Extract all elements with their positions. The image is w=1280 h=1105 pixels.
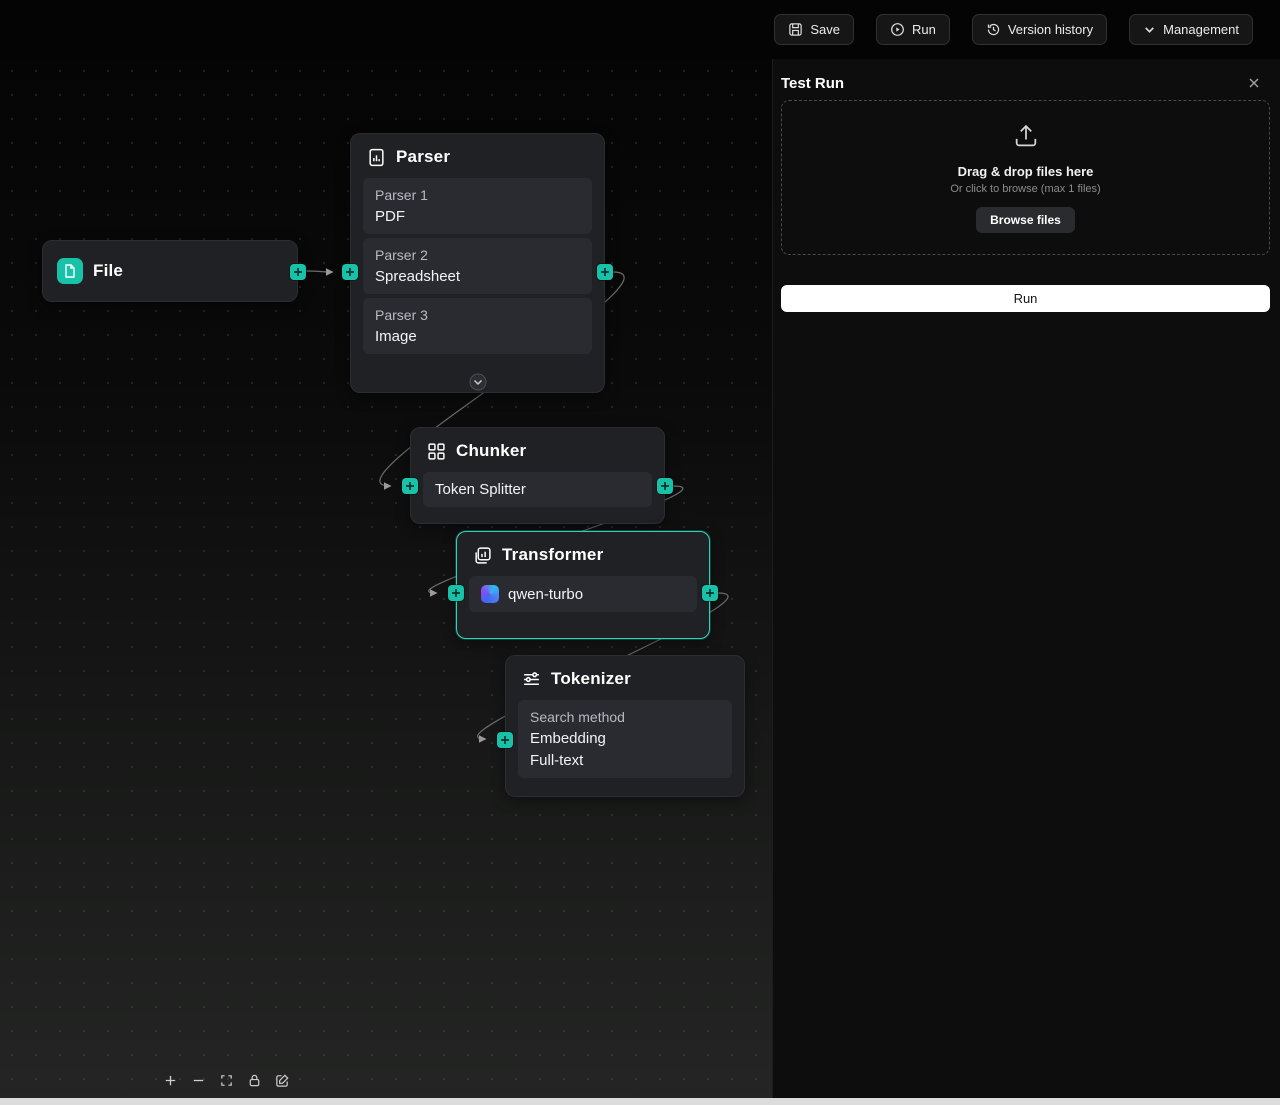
node-tokenizer[interactable]: Tokenizer Search method Embedding Full-t… [497,655,745,797]
parser-item-row[interactable]: Parser 2 Spreadsheet [363,238,592,294]
chunker-method-row[interactable]: Token Splitter [423,472,652,507]
parser-item-label: Parser 1 [375,187,428,203]
chunker-method-value: Token Splitter [435,481,526,498]
node-parser[interactable]: Parser Parser 1 PDF Parser 2 Spreadsheet… [342,133,613,393]
collapse-chevron-icon[interactable] [469,373,487,391]
node-chunker-body: Token Splitter [411,472,664,517]
node-parser-title: Parser [396,147,451,166]
dropzone-title: Drag & drop files here [957,164,1094,179]
upload-icon [1012,122,1040,155]
chevron-down-icon [1143,23,1156,36]
search-method-value: Full-text [530,752,584,769]
parser-doc-icon [367,148,386,167]
parser-item-value: Spreadsheet [375,268,461,285]
fit-view-icon[interactable] [217,1071,235,1089]
node-tokenizer-header: Tokenizer [506,656,744,700]
node-file[interactable]: File [42,240,306,302]
node-transformer-body: qwen-turbo [457,576,709,622]
save-icon [788,22,803,37]
pipeline-canvas[interactable]: File Parser Parser 1 PDF Parser 2 Spread… [0,59,772,1105]
bottom-scrollbar [0,1098,1280,1105]
file-dropzone[interactable]: Drag & drop files here Or click to brows… [781,100,1270,255]
search-method-row[interactable]: Search method Embedding Full-text [518,700,732,778]
run-button-label: Run [911,22,936,37]
parser-item-value: PDF [375,208,405,225]
transformer-icon [473,546,492,565]
node-tokenizer-title: Tokenizer [551,669,631,688]
parser-item-label: Parser 2 [375,247,428,263]
chunker-in-plus-handle[interactable] [402,478,418,494]
file-out-plus-handle[interactable] [290,264,306,280]
panel-title: Test Run [781,74,845,92]
node-chunker[interactable]: Chunker Token Splitter [402,427,673,524]
node-parser-body: Parser 1 PDF Parser 2 Spreadsheet Parser… [351,178,604,364]
node-transformer-header: Transformer [457,532,709,576]
node-transformer[interactable]: Transformer qwen-turbo [448,531,718,639]
tokenizer-in-plus-handle[interactable] [497,732,513,748]
version-history-button[interactable]: Version history [971,14,1108,45]
panel-header: Test Run [781,73,1270,93]
zoom-in-icon[interactable] [161,1071,179,1089]
node-file-header: File [43,258,123,284]
management-button[interactable]: Management [1129,14,1253,45]
transformer-out-plus-handle[interactable] [702,585,718,601]
model-row[interactable]: qwen-turbo [469,576,697,612]
save-button-label: Save [810,22,840,37]
transformer-in-plus-handle[interactable] [448,585,464,601]
chunker-out-plus-handle[interactable] [657,478,673,494]
node-parser-header: Parser [351,134,604,178]
lock-icon[interactable] [245,1071,263,1089]
parser-out-plus-handle[interactable] [597,264,613,280]
node-file-title: File [93,261,124,280]
canvas-controls [161,1071,291,1089]
search-method-value: Embedding [530,730,606,747]
app-root: Save Run Version history Management File… [0,0,1280,1105]
dropzone-subtitle: Or click to browse (max 1 files) [950,183,1101,195]
run-button[interactable]: Run [875,14,950,45]
annotate-icon[interactable] [273,1071,291,1089]
parser-item-row[interactable]: Parser 1 PDF [363,178,592,234]
management-button-label: Management [1163,22,1239,37]
version-history-button-label: Version history [1007,22,1094,37]
panel-run-button[interactable]: Run [781,285,1270,312]
chunker-grid-icon [427,442,446,461]
parser-item-value: Image [375,328,417,345]
play-circle-icon [890,22,905,37]
zoom-out-icon[interactable] [189,1071,207,1089]
parser-in-plus-handle[interactable] [342,264,358,280]
topbar: Save Run Version history Management [0,0,1280,59]
qwen-model-icon [481,585,499,603]
search-method-label: Search method [530,709,625,725]
save-button[interactable]: Save [774,14,854,45]
test-run-panel: Test Run Drag & drop files here Or click… [772,59,1280,1105]
model-name: qwen-turbo [508,585,584,603]
parser-item-label: Parser 3 [375,307,428,323]
node-tokenizer-body: Search method Embedding Full-text [506,700,744,788]
file-icon [57,258,83,284]
history-icon [986,22,1001,37]
browse-files-button[interactable]: Browse files [976,207,1075,233]
tokenizer-lines-icon [522,670,541,689]
parser-item-row[interactable]: Parser 3 Image [363,298,592,354]
node-chunker-header: Chunker [411,428,664,472]
close-icon[interactable] [1246,75,1262,91]
node-transformer-title: Transformer [502,545,604,564]
node-chunker-title: Chunker [456,441,527,460]
